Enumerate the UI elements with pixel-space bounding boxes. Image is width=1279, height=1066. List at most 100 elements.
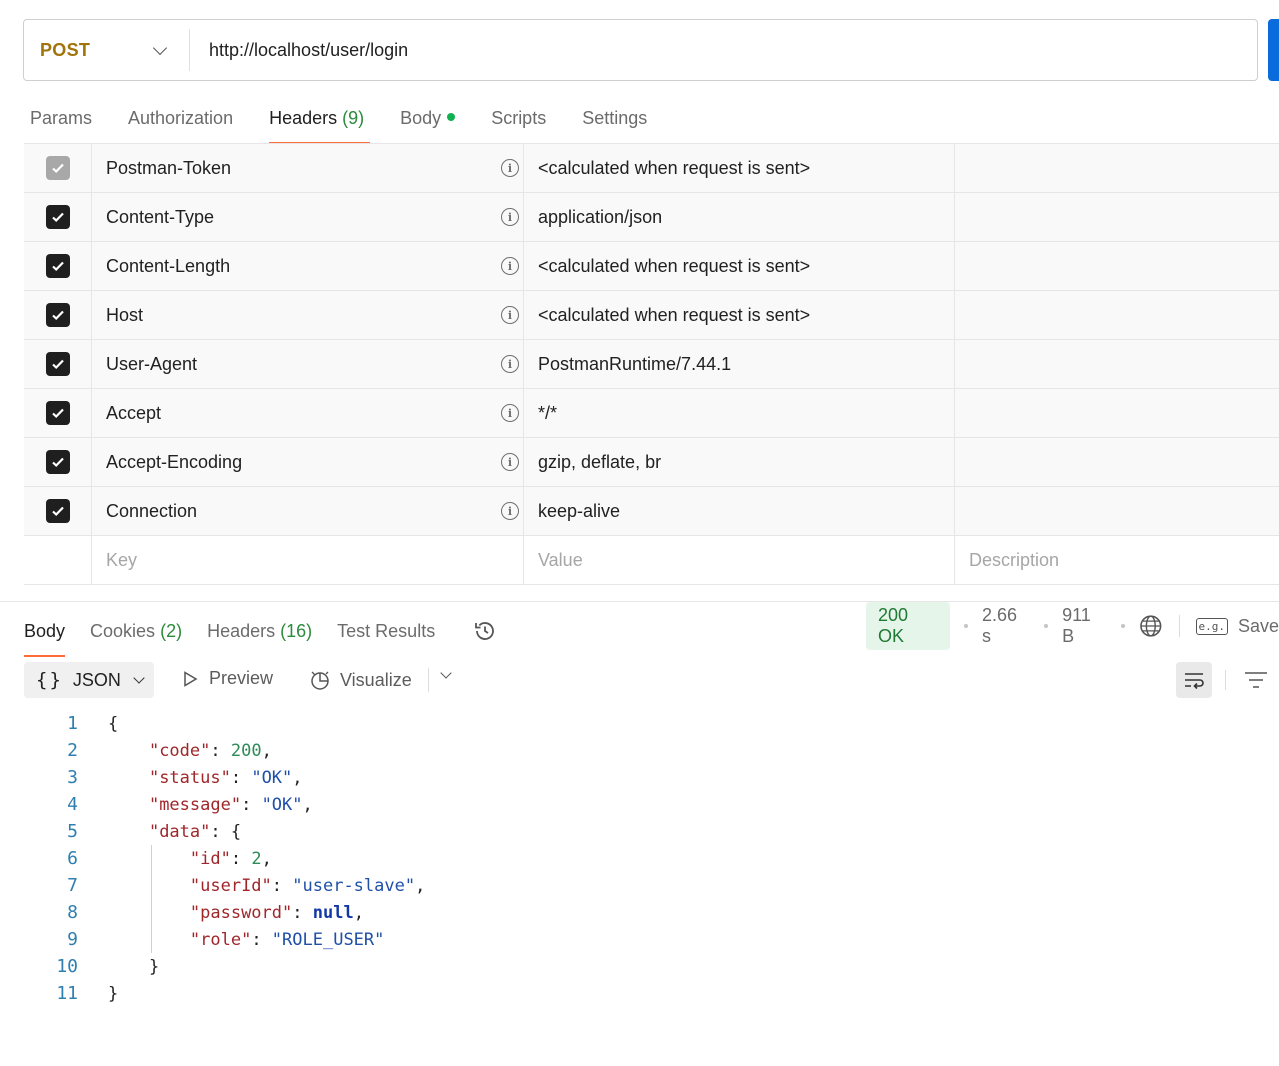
description-input[interactable]: Description [969,550,1059,571]
table-row: Host i <calculated when request is sent> [24,291,1279,340]
header-checkbox[interactable] [45,499,70,523]
info-icon[interactable]: i [501,159,519,177]
header-description[interactable] [955,144,1279,192]
tab-scripts[interactable]: Scripts [491,104,546,144]
url-input[interactable]: http://localhost/user/login [190,40,408,61]
header-value[interactable]: application/json [524,193,955,241]
json-value: 200 [230,740,262,761]
response-body-editor[interactable]: 1{ 2 "code": 200, 3 "status": "OK", 4 "m… [0,710,1279,1007]
tab-settings[interactable]: Settings [582,104,647,144]
visualize-button[interactable]: Visualize [308,668,412,692]
tab-label: Authorization [128,108,234,128]
response-meta: 200 OK 2.66 s 911 B e.g. Save [866,602,1279,650]
history-icon[interactable] [472,618,498,644]
format-select[interactable]: {} JSON [24,662,154,698]
header-key[interactable]: Content-Type [106,207,214,228]
tab-test-results[interactable]: Test Results [337,621,435,642]
tab-authorization[interactable]: Authorization [128,104,233,144]
header-description[interactable] [955,438,1279,486]
send-button[interactable] [1268,19,1279,81]
response-tabs: Body Cookies (2) Headers (16) Test Resul… [24,612,498,657]
check-icon [51,359,64,370]
tab-body[interactable]: Body [400,104,456,144]
header-checkbox[interactable] [45,205,70,229]
tab-label: Body [24,620,66,641]
tab-response-headers[interactable]: Headers (16) [207,621,312,642]
header-key[interactable]: Host [106,305,143,326]
filter-icon[interactable] [1244,670,1268,690]
chevron-down-icon [440,667,452,679]
header-checkbox[interactable] [45,352,70,376]
method-select[interactable]: POST [24,29,190,71]
code-line: 8 "password": null, [0,899,1279,926]
info-icon[interactable]: i [501,453,519,471]
info-icon[interactable]: i [501,355,519,373]
info-icon[interactable]: i [501,208,519,226]
header-value[interactable]: PostmanRuntime/7.44.1 [524,340,955,388]
tab-params[interactable]: Params [30,104,92,144]
globe-icon[interactable] [1139,614,1163,638]
header-key[interactable]: Connection [106,501,197,522]
tab-response-body[interactable]: Body [24,620,66,657]
header-key[interactable]: Postman-Token [106,158,231,179]
table-row: Accept i */* [24,389,1279,438]
preview-button[interactable]: Preview [181,668,273,689]
tab-headers[interactable]: Headers (9) [269,104,371,144]
code-line: 9 "role": "ROLE_USER" [0,926,1279,953]
table-row: Content-Type i application/json [24,193,1279,242]
response-time[interactable]: 2.66 s [982,605,1030,647]
header-value[interactable]: <calculated when request is sent> [524,144,955,192]
save-example-button[interactable]: Save [1238,616,1279,637]
header-description[interactable] [955,193,1279,241]
key-input[interactable]: Key [106,550,137,571]
header-value[interactable]: <calculated when request is sent> [524,242,955,290]
header-checkbox[interactable] [45,450,70,474]
response-size[interactable]: 911 B [1062,605,1107,647]
header-description[interactable] [955,389,1279,437]
status-badge[interactable]: 200 OK [866,602,950,650]
tab-label: Headers [269,108,338,128]
code-line: 3 "status": "OK", [0,764,1279,791]
info-icon[interactable]: i [501,502,519,520]
method-label: POST [40,39,91,60]
new-header-row: Key Value Description [24,536,1279,585]
header-value[interactable]: gzip, deflate, br [524,438,955,486]
json-value: "ROLE_USER" [271,929,385,950]
info-icon[interactable]: i [501,404,519,422]
header-description[interactable] [955,291,1279,339]
play-icon [184,670,198,687]
header-checkbox[interactable] [45,156,70,180]
header-key[interactable]: Content-Length [106,256,230,277]
tab-label: Body [400,108,442,128]
check-icon [51,212,64,223]
header-checkbox[interactable] [45,254,70,278]
table-row: Postman-Token i <calculated when request … [24,144,1279,193]
check-icon [51,310,64,321]
header-key[interactable]: Accept-Encoding [106,452,242,473]
code-line: 4 "message": "OK", [0,791,1279,818]
info-icon[interactable]: i [501,306,519,324]
header-key[interactable]: Accept [106,403,161,424]
header-key[interactable]: User-Agent [106,354,197,375]
check-icon [51,457,64,468]
pane-divider[interactable] [0,601,1279,602]
visualize-dropdown[interactable] [440,667,452,679]
header-value[interactable]: */* [524,389,955,437]
tab-cookies[interactable]: Cookies (2) [90,621,182,642]
header-value[interactable]: <calculated when request is sent> [524,291,955,339]
header-description[interactable] [955,340,1279,388]
save-example-icon: e.g. [1195,617,1228,635]
chevron-down-icon [133,671,145,684]
tab-label: Headers [207,620,276,641]
header-value[interactable]: keep-alive [524,487,955,535]
info-icon[interactable]: i [501,257,519,275]
header-description[interactable] [955,242,1279,290]
separator [428,668,429,692]
tab-count: (2) [160,620,183,641]
header-description[interactable] [955,487,1279,535]
value-input[interactable]: Value [538,550,583,571]
header-checkbox[interactable] [45,303,70,327]
wrap-lines-button[interactable] [1176,662,1212,698]
header-checkbox[interactable] [45,401,70,425]
code-line: 2 "code": 200, [0,737,1279,764]
